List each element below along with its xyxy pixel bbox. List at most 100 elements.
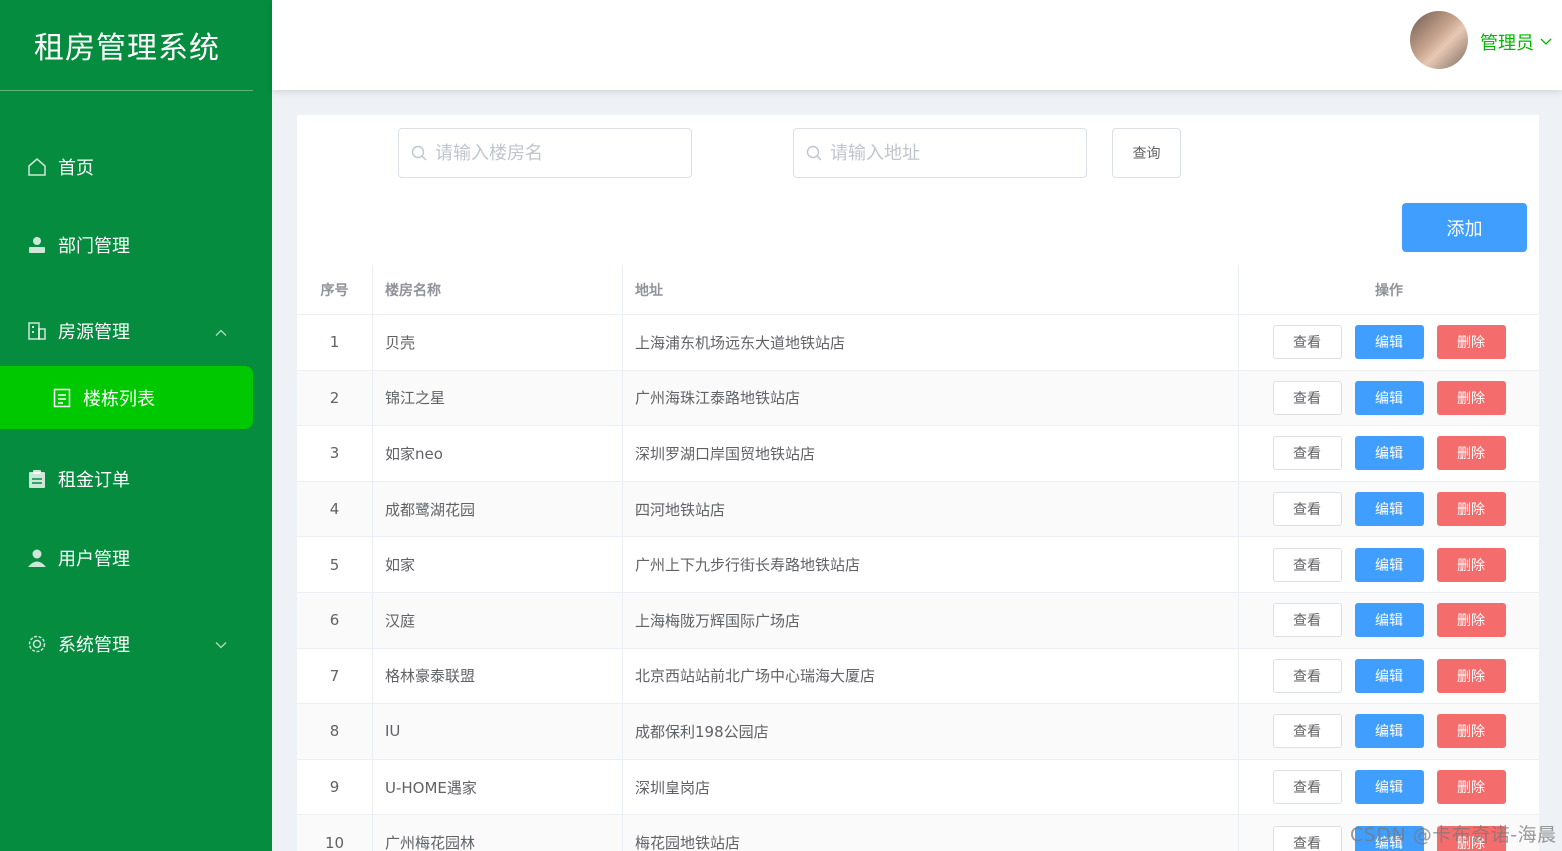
row-index: 10: [297, 815, 373, 851]
row-address: 四河地铁站店: [623, 481, 1239, 537]
row-index: 4: [297, 481, 373, 537]
edit-button[interactable]: 编辑: [1354, 658, 1424, 693]
row-address: 北京西站站前北广场中心瑞海大厦店: [623, 648, 1239, 704]
sidebar-item-label: 首页: [58, 158, 94, 179]
edit-button[interactable]: 编辑: [1354, 436, 1424, 471]
column-header-actions: 操作: [1375, 282, 1403, 299]
clipboard-icon: [27, 469, 47, 489]
table-row: 9 U-HOME遇家 深圳皇岗店 查看 编辑 删除: [297, 759, 1539, 816]
gear-icon: [27, 634, 47, 654]
row-index: 6: [297, 592, 373, 648]
row-actions: 查看 编辑 删除: [1239, 537, 1539, 592]
sidebar-subitem-building-list[interactable]: 楼栋列表: [0, 366, 253, 429]
avatar[interactable]: [1410, 11, 1468, 69]
sidebar-subitem-label: 楼栋列表: [83, 388, 155, 410]
column-header-index: 序号: [297, 265, 373, 314]
building-name-input[interactable]: [435, 142, 675, 164]
edit-button[interactable]: 编辑: [1354, 547, 1424, 582]
row-building-name: 格林豪泰联盟: [373, 648, 623, 704]
delete-button[interactable]: 删除: [1436, 492, 1506, 527]
row-address: 广州海珠江泰路地铁站店: [623, 370, 1239, 426]
edit-button[interactable]: 编辑: [1354, 325, 1424, 360]
row-building-name: 贝壳: [373, 315, 623, 370]
table-header: 序号 楼房名称 地址 操作: [297, 265, 1539, 315]
edit-button[interactable]: 编辑: [1354, 770, 1424, 805]
row-address: 深圳皇岗店: [623, 759, 1239, 815]
row-actions: 查看 编辑 删除: [1239, 482, 1539, 537]
delete-button[interactable]: 删除: [1436, 547, 1506, 582]
edit-button[interactable]: 编辑: [1354, 380, 1424, 415]
chevron-down-icon: [1540, 38, 1552, 45]
table-row: 7 格林豪泰联盟 北京西站站前北广场中心瑞海大厦店 查看 编辑 删除: [297, 648, 1539, 705]
search-icon: [411, 145, 427, 161]
edit-button[interactable]: 编辑: [1354, 492, 1424, 527]
row-address: 深圳罗湖口岸国贸地铁站店: [623, 426, 1239, 481]
watermark: CSDN @卡布奇诺-海晨: [1350, 824, 1557, 846]
view-button[interactable]: 查看: [1272, 658, 1342, 693]
view-button[interactable]: 查看: [1272, 770, 1342, 805]
row-index: 2: [297, 370, 373, 426]
edit-button[interactable]: 编辑: [1354, 714, 1424, 749]
sidebar-item-housing[interactable]: 房源管理: [0, 306, 253, 356]
sidebar-item-users[interactable]: 用户管理: [0, 533, 253, 583]
table-row: 1 贝壳 上海浦东机场远东大道地铁站店 查看 编辑 删除: [297, 315, 1539, 371]
view-button[interactable]: 查看: [1272, 325, 1342, 360]
edit-button[interactable]: 编辑: [1354, 603, 1424, 638]
sidebar-item-home[interactable]: 首页: [0, 142, 253, 192]
row-index: 5: [297, 537, 373, 592]
address-search-box: [793, 128, 1087, 178]
row-building-name: 如家: [373, 537, 623, 592]
sidebar-item-system[interactable]: 系统管理: [0, 619, 253, 669]
add-button[interactable]: 添加: [1402, 203, 1527, 252]
sidebar: 租房管理系统 首页 部门管理 房源管理 楼栋列表 租金订单 用户管理 系统管理: [0, 0, 272, 851]
row-actions: 查看 编辑 删除: [1239, 426, 1539, 481]
user-icon: [27, 548, 47, 568]
top-header: 管理员: [272, 0, 1562, 90]
row-index: 9: [297, 759, 373, 815]
table-row: 8 IU 成都保利198公园店 查看 编辑 删除: [297, 704, 1539, 760]
search-icon: [806, 145, 822, 161]
row-actions: 查看 编辑 删除: [1239, 704, 1539, 759]
delete-button[interactable]: 删除: [1436, 603, 1506, 638]
table-row: 3 如家neo 深圳罗湖口岸国贸地铁站店 查看 编辑 删除: [297, 426, 1539, 482]
row-building-name: U-HOME遇家: [373, 759, 623, 815]
app-title: 租房管理系统: [34, 31, 220, 66]
user-menu[interactable]: 管理员: [1480, 29, 1552, 55]
table-row: 4 成都鹭湖花园 四河地铁站店 查看 编辑 删除: [297, 481, 1539, 538]
view-button[interactable]: 查看: [1272, 547, 1342, 582]
sidebar-item-rent-orders[interactable]: 租金订单: [0, 454, 253, 504]
delete-button[interactable]: 删除: [1436, 714, 1506, 749]
query-button[interactable]: 查询: [1112, 128, 1181, 178]
row-index: 8: [297, 704, 373, 759]
view-button[interactable]: 查看: [1272, 492, 1342, 527]
sidebar-item-label: 用户管理: [58, 549, 130, 570]
row-address: 广州上下九步行街长寿路地铁站店: [623, 537, 1239, 592]
sidebar-item-label: 租金订单: [58, 470, 130, 491]
column-header-name: 楼房名称: [373, 265, 623, 314]
delete-button[interactable]: 删除: [1436, 770, 1506, 805]
delete-button[interactable]: 删除: [1436, 325, 1506, 360]
row-index: 1: [297, 315, 373, 370]
table-row: 2 锦江之星 广州海珠江泰路地铁站店 查看 编辑 删除: [297, 370, 1539, 427]
delete-button[interactable]: 删除: [1436, 436, 1506, 471]
view-button[interactable]: 查看: [1272, 825, 1342, 851]
chevron-down-icon: [215, 634, 227, 655]
view-button[interactable]: 查看: [1272, 714, 1342, 749]
sidebar-item-label: 房源管理: [58, 322, 130, 343]
delete-button[interactable]: 删除: [1436, 380, 1506, 415]
view-button[interactable]: 查看: [1272, 436, 1342, 471]
building-table: 序号 楼房名称 地址 操作 1 贝壳 上海浦东机场远东大道地铁站店 查看 编辑 删除 2 锦江…: [297, 265, 1539, 851]
view-button[interactable]: 查看: [1272, 380, 1342, 415]
row-actions: 查看 编辑 删除: [1239, 649, 1539, 704]
building-icon: [27, 321, 47, 341]
person-icon: [27, 235, 47, 255]
row-actions: 查看 编辑 删除: [1239, 593, 1539, 648]
content-card: 查询 添加 序号 楼房名称 地址 操作 1贝壳上海浦东机场远东大道地铁站店查看编…: [297, 115, 1539, 851]
address-input[interactable]: [830, 142, 1070, 164]
row-index: 3: [297, 426, 373, 481]
table-row: 5 如家 广州上下九步行街长寿路地铁站店 查看 编辑 删除: [297, 537, 1539, 593]
view-button[interactable]: 查看: [1272, 603, 1342, 638]
row-address: 上海浦东机场远东大道地铁站店: [623, 315, 1239, 370]
delete-button[interactable]: 删除: [1436, 658, 1506, 693]
sidebar-item-department[interactable]: 部门管理: [0, 220, 253, 270]
